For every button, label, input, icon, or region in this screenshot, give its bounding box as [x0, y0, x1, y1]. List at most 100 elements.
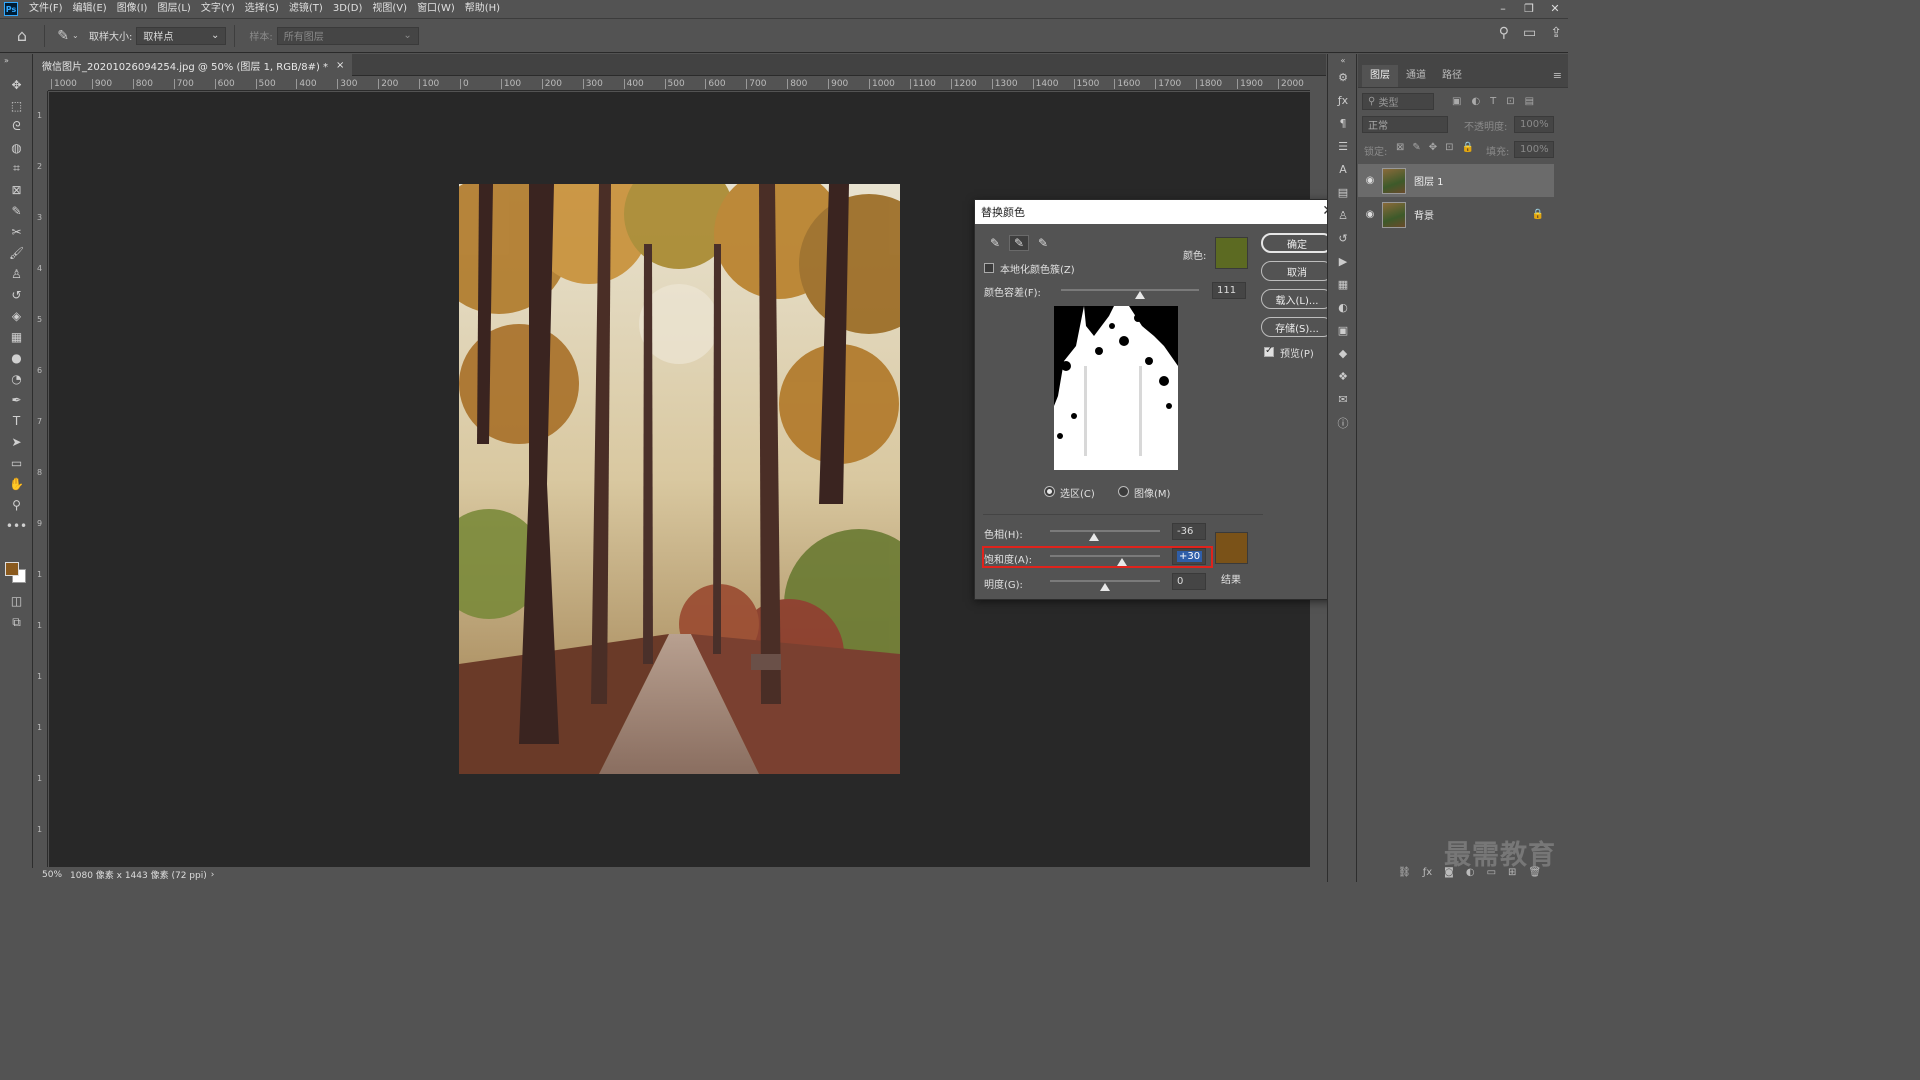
color-icon[interactable]: ◐ [1328, 296, 1358, 319]
chevron-right-icon[interactable]: › [211, 870, 215, 880]
filter-type-icons[interactable]: ▣◐T⊡▤ [1452, 96, 1544, 107]
marquee-tool-icon[interactable]: ⬚ [0, 95, 33, 116]
fx-icon[interactable]: ƒx [1328, 89, 1358, 112]
fx-icon[interactable]: ƒx [1423, 867, 1432, 878]
load-button[interactable]: 载入(L)... [1261, 289, 1333, 309]
tab-channels[interactable]: 通道 [1398, 65, 1434, 87]
quick-selection-tool-icon[interactable]: ◍ [0, 137, 33, 158]
menu-type[interactable]: 文字(Y) [196, 0, 240, 18]
clone-stamp-tool-icon[interactable]: ♙ [0, 263, 33, 284]
hand-tool-icon[interactable]: ✋ [0, 473, 33, 494]
brush-settings-icon[interactable]: ⚙ [1328, 66, 1358, 89]
hue-input[interactable]: -36 [1172, 523, 1206, 540]
fuzziness-slider-track[interactable] [1061, 289, 1199, 291]
minimize-button[interactable]: – [1490, 0, 1516, 16]
dodge-tool-icon[interactable]: ◔ [0, 368, 33, 389]
lightness-slider-thumb[interactable] [1100, 583, 1110, 591]
brush-tool-icon[interactable]: 🖌 [0, 242, 33, 263]
sample-color-swatch[interactable] [1215, 237, 1248, 269]
zoom-level[interactable]: 50% [42, 870, 62, 880]
edit-toolbar-icon[interactable]: ••• [0, 515, 33, 536]
menu-3d[interactable]: 3D(D) [328, 0, 368, 18]
lasso-tool-icon[interactable]: ᘓ [0, 116, 33, 137]
eyedropper-tool-icon[interactable]: ✎ [0, 200, 33, 221]
tab-layers[interactable]: 图层 [1362, 65, 1398, 87]
opacity-input[interactable]: 100% [1514, 116, 1554, 133]
menu-file[interactable]: 文件(F) [24, 0, 68, 18]
crop-tool-icon[interactable]: ⌗ [0, 158, 33, 179]
layer-name[interactable]: 背景 [1414, 207, 1434, 222]
search-icon[interactable]: ⚲ [1499, 25, 1509, 41]
menu-image[interactable]: 图像(I) [112, 0, 153, 18]
pen-tool-icon[interactable]: ✒ [0, 389, 33, 410]
eyedropper-tool-preset-icon[interactable]: ✎ ⌄ [53, 28, 83, 44]
healing-brush-tool-icon[interactable]: ✂ [0, 221, 33, 242]
share-icon[interactable]: ⇪ [1550, 25, 1562, 41]
fuzziness-input[interactable]: 111 [1212, 282, 1246, 299]
selection-radio[interactable] [1044, 486, 1055, 497]
character-icon[interactable]: A [1328, 158, 1358, 181]
libraries-icon[interactable]: ▣ [1328, 319, 1358, 342]
home-icon[interactable]: ⌂ [8, 22, 36, 50]
menu-layer[interactable]: 图层(L) [152, 0, 195, 18]
hue-slider-thumb[interactable] [1089, 533, 1099, 541]
zoom-tool-icon[interactable]: ⚲ [0, 494, 33, 515]
document-info[interactable]: 1080 像素 x 1443 像素 (72 ppi) [70, 868, 207, 881]
paragraph-icon[interactable]: ¶ [1328, 112, 1358, 135]
path-selection-tool-icon[interactable]: ➤ [0, 431, 33, 452]
lock-icons[interactable]: ⊠✎✥⊡🔒 [1396, 142, 1482, 153]
lightness-input[interactable]: 0 [1172, 573, 1206, 590]
history-icon[interactable]: ↺ [1328, 227, 1358, 250]
adjustments-icon[interactable]: ☰ [1328, 135, 1358, 158]
layer-filter-select[interactable]: ⚲ 类型 [1362, 92, 1434, 110]
blur-tool-icon[interactable]: ● [0, 347, 33, 368]
actions-icon[interactable]: ▶ [1328, 250, 1358, 273]
eyedropper-icon[interactable]: ✎ [985, 235, 1005, 251]
channels-icon[interactable]: ❖ [1328, 365, 1358, 388]
close-window-button[interactable]: ✕ [1542, 0, 1568, 16]
collapse-icon[interactable]: « [1328, 54, 1358, 66]
restore-button[interactable]: ❐ [1516, 0, 1542, 16]
quick-mask-icon[interactable]: ◫ [0, 590, 33, 611]
cancel-button[interactable]: 取消 [1261, 261, 1333, 281]
menu-select[interactable]: 选择(S) [240, 0, 284, 18]
save-button[interactable]: 存储(S)... [1261, 317, 1333, 337]
close-icon[interactable]: × [336, 60, 344, 71]
fuzziness-slider-thumb[interactable] [1134, 291, 1145, 299]
rectangle-tool-icon[interactable]: ▭ [0, 452, 33, 473]
frame-tool-icon[interactable]: ⊠ [0, 179, 33, 200]
eye-icon[interactable]: ◉ [1358, 175, 1382, 186]
menu-view[interactable]: 视图(V) [367, 0, 412, 18]
menu-window[interactable]: 窗口(W) [412, 0, 460, 18]
styles-icon[interactable]: ◆ [1328, 342, 1358, 365]
blend-mode-select[interactable]: 正常 [1362, 116, 1448, 133]
info-icon[interactable]: ⓘ [1328, 411, 1358, 434]
image-radio[interactable] [1118, 486, 1129, 497]
screen-mode-icon[interactable]: ⧉ [0, 612, 33, 633]
eraser-tool-icon[interactable]: ◈ [0, 305, 33, 326]
notes-icon[interactable]: ✉ [1328, 388, 1358, 411]
history-brush-tool-icon[interactable]: ↺ [0, 284, 33, 305]
result-color-swatch[interactable] [1215, 532, 1248, 564]
eyedropper-minus-icon[interactable]: ✎ [1033, 235, 1053, 251]
properties-icon[interactable]: ▤ [1328, 181, 1358, 204]
link-icon[interactable]: ⛓ [1398, 867, 1411, 878]
ok-button[interactable]: 确定 [1261, 233, 1333, 253]
layer-name[interactable]: 图层 1 [1414, 173, 1444, 188]
menu-filter[interactable]: 滤镜(T) [284, 0, 328, 18]
eyedropper-plus-icon[interactable]: ✎ [1009, 235, 1029, 251]
hue-slider-track[interactable] [1050, 530, 1160, 532]
type-tool-icon[interactable]: T [0, 410, 33, 431]
sample-size-select[interactable]: 取样点 ⌄ [136, 26, 227, 45]
foreground-color-swatch[interactable] [5, 562, 19, 576]
collapse-icon[interactable]: » [0, 54, 33, 66]
eye-icon[interactable]: ◉ [1358, 209, 1382, 220]
move-tool-icon[interactable]: ✥ [0, 74, 33, 95]
localized-clusters-checkbox[interactable] [984, 263, 994, 273]
layer-row[interactable]: ◉ 背景 🔒 [1358, 198, 1554, 231]
menu-edit[interactable]: 编辑(E) [68, 0, 112, 18]
document-tab[interactable]: 微信图片_20201026094254.jpg @ 50% (图层 1, RGB… [34, 54, 353, 76]
sample-select[interactable]: 所有图层 ⌄ [276, 26, 419, 45]
menu-help[interactable]: 帮助(H) [460, 0, 505, 18]
lightness-slider-track[interactable] [1050, 580, 1160, 582]
